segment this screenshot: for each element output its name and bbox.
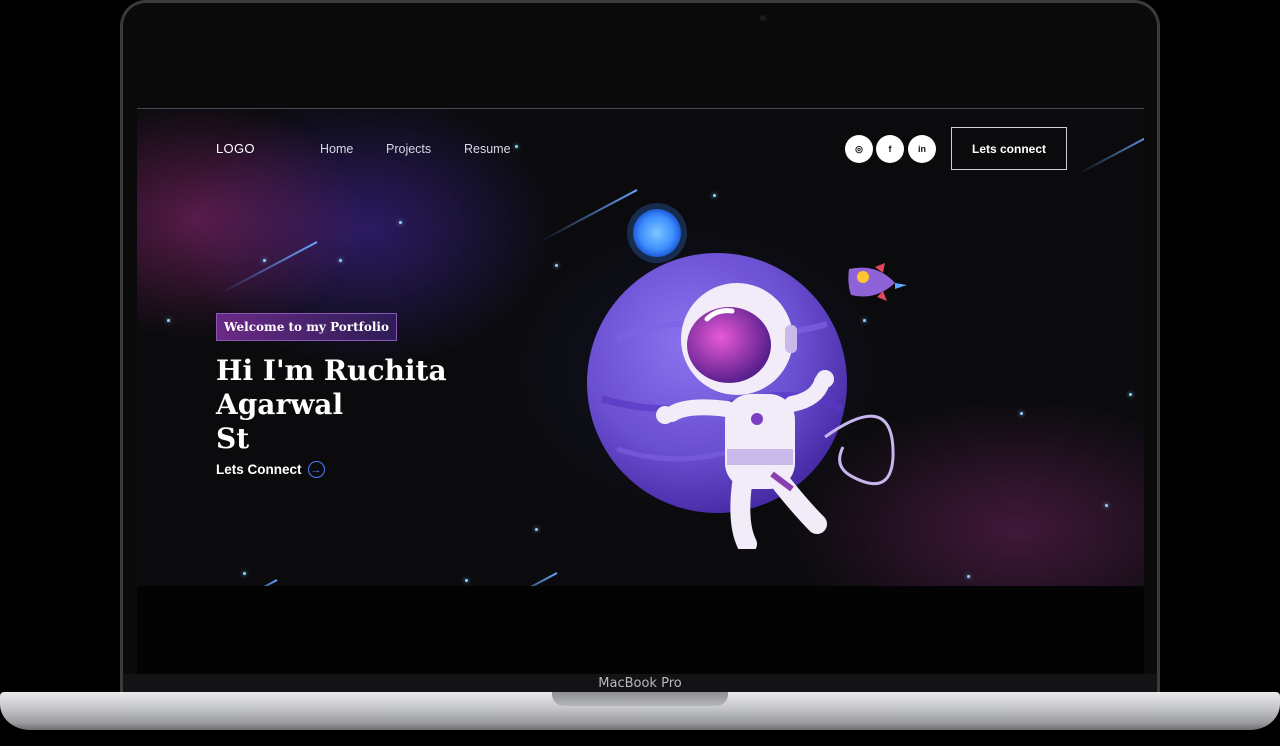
nav-link-home[interactable]: Home — [320, 142, 353, 156]
hero-title-line-1: Hi I'm Ruchita Agarwal — [216, 354, 447, 421]
hero-title-line-2: St — [216, 422, 250, 455]
star — [399, 221, 402, 224]
cta-label: Lets Connect — [216, 462, 302, 477]
instagram-button[interactable]: ◎ — [845, 135, 873, 163]
meteor — [219, 241, 318, 295]
meteor — [250, 579, 278, 586]
linkedin-icon: in — [918, 144, 926, 154]
lets-connect-link[interactable]: Lets Connect → — [216, 461, 325, 478]
star — [1105, 504, 1108, 507]
rocket-icon — [848, 263, 907, 301]
star — [1129, 393, 1132, 396]
linkedin-button[interactable]: in — [908, 135, 936, 163]
star — [243, 572, 246, 575]
meteor — [503, 572, 558, 586]
star — [339, 259, 342, 262]
moon — [633, 209, 681, 257]
device-label: MacBook Pro — [598, 676, 682, 691]
nav-link-projects[interactable]: Projects — [386, 142, 431, 156]
portfolio-screen: LOGO Home Projects Resume ◎ f in Lets co… — [137, 108, 1144, 586]
star — [465, 579, 468, 582]
facebook-button[interactable]: f — [876, 135, 904, 163]
arrow-right-circle-icon: → — [307, 461, 325, 478]
nav-link-resume[interactable]: Resume — [464, 142, 511, 156]
camera-icon — [760, 15, 766, 21]
logo[interactable]: LOGO — [216, 141, 255, 156]
meteor — [1077, 131, 1144, 176]
star — [515, 145, 518, 148]
star — [555, 264, 558, 267]
hero-title: Hi I'm Ruchita Agarwal St — [216, 354, 576, 456]
star — [967, 575, 970, 578]
screen-lower-area — [137, 586, 1144, 674]
star — [263, 259, 266, 262]
star — [1020, 412, 1023, 415]
lets-connect-button[interactable]: Lets connect — [951, 127, 1067, 170]
instagram-icon: ◎ — [855, 143, 863, 154]
welcome-tagline: Welcome to my Portfolio — [216, 313, 397, 341]
astronaut-planet-illustration — [587, 203, 895, 549]
star — [535, 528, 538, 531]
star — [167, 319, 170, 322]
base-notch — [552, 692, 728, 706]
star — [713, 194, 716, 197]
facebook-icon: f — [888, 144, 892, 154]
